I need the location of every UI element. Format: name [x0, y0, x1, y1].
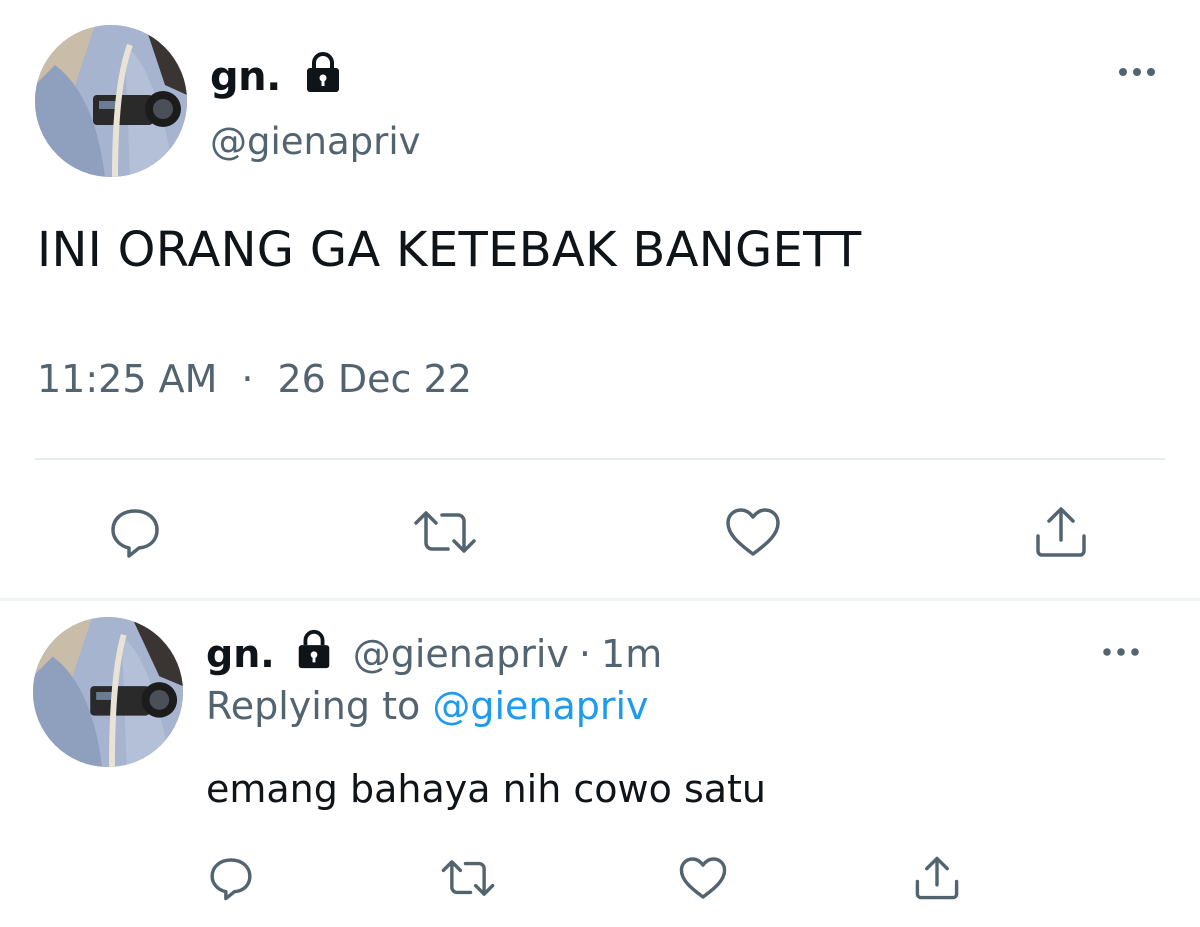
reply-text: emang bahaya nih cowo satu	[206, 767, 767, 811]
reply-icon	[111, 509, 159, 558]
avatar-photo	[33, 617, 183, 767]
tweet-thread: gn. @gienapriv INI ORANG GA KETEBAK BANG…	[0, 0, 1200, 927]
share-icon	[915, 856, 959, 900]
retweet-icon	[414, 511, 476, 553]
section-separator	[0, 598, 1200, 601]
display-name[interactable]: gn.	[210, 54, 281, 100]
reply-age[interactable]: 1m	[601, 632, 662, 676]
reply-meta: @gienapriv · 1m	[353, 632, 663, 676]
share-button[interactable]	[1032, 503, 1090, 561]
tweet-text: INI ORANG GA KETEBAK BANGETT	[37, 222, 862, 278]
more-icon[interactable]	[1102, 644, 1140, 663]
reply-handle[interactable]: @gienapriv	[353, 632, 569, 676]
retweet-button[interactable]	[410, 503, 480, 561]
retweet-icon	[441, 860, 495, 896]
tweet-time: 11:25 AM	[37, 357, 218, 401]
avatar[interactable]	[35, 25, 187, 177]
share-button[interactable]	[912, 853, 962, 903]
reply-icon	[210, 858, 252, 901]
like-button[interactable]	[677, 853, 729, 903]
retweet-button[interactable]	[438, 853, 498, 903]
replying-to: Replying to @gienapriv	[206, 684, 649, 728]
replying-mention[interactable]: @gienapriv	[432, 684, 648, 728]
reply-button[interactable]	[205, 853, 257, 903]
reply-header: gn. @gienapriv · 1m	[206, 628, 662, 679]
tweet-date: 26 Dec 22	[277, 357, 472, 401]
display-name-row: gn.	[210, 50, 345, 104]
avatar-photo	[35, 25, 187, 177]
lock-icon	[301, 50, 345, 104]
replying-prefix: Replying to	[206, 684, 421, 728]
handle[interactable]: @gienapriv	[210, 120, 421, 163]
meta-dot: ·	[241, 357, 254, 401]
reply-button[interactable]	[105, 503, 165, 561]
divider	[35, 458, 1165, 460]
lock-icon	[293, 628, 335, 679]
reply-avatar[interactable]	[33, 617, 183, 767]
tweet-timestamp[interactable]: 11:25 AM · 26 Dec 22	[37, 357, 472, 401]
more-icon[interactable]	[1117, 64, 1157, 84]
like-icon	[679, 857, 727, 899]
like-button[interactable]	[722, 503, 784, 561]
like-icon	[726, 508, 780, 556]
reply-display-name[interactable]: gn.	[206, 632, 275, 676]
reply-separator: ·	[578, 631, 592, 676]
share-icon	[1036, 507, 1086, 557]
